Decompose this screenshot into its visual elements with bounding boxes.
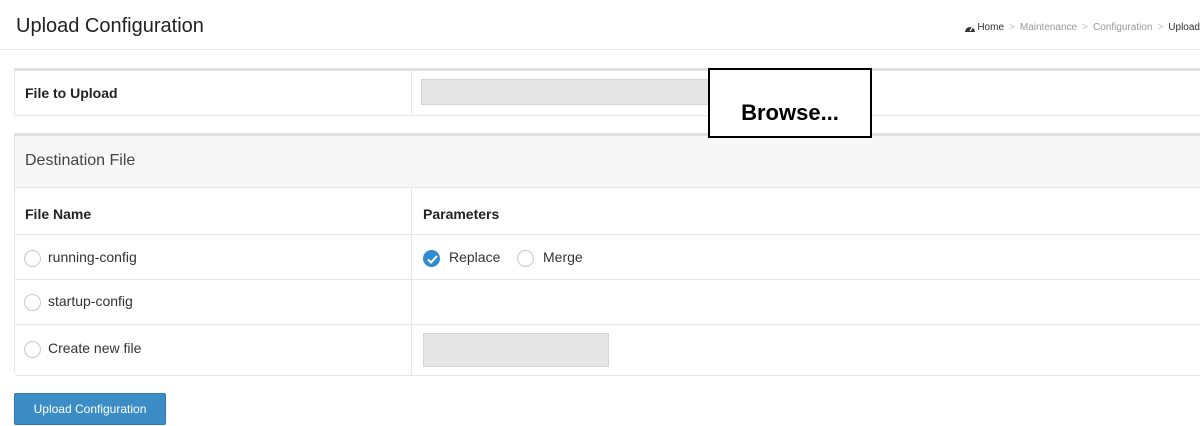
new-file-name-input[interactable] — [423, 333, 609, 367]
page-header: Upload Configuration Home > Maintenance … — [0, 0, 1200, 50]
file-name-cell: startup-config — [15, 280, 412, 324]
running-config-label[interactable]: running-config — [48, 249, 137, 265]
destination-file-panel: Destination File File Name Parameters ru… — [14, 133, 1200, 376]
breadcrumb-separator: > — [1009, 22, 1015, 33]
replace-label[interactable]: Replace — [449, 249, 500, 265]
breadcrumb-home-link[interactable]: Home — [977, 22, 1004, 33]
checkmark-icon — [427, 255, 438, 264]
upload-label-cell: File to Upload — [15, 71, 412, 115]
startup-config-radio[interactable] — [24, 294, 41, 311]
table-row: Create new file — [15, 325, 1200, 376]
merge-radio[interactable] — [517, 250, 534, 267]
destination-title: Destination File — [25, 152, 136, 169]
table-row: running-config Replace Merge — [15, 235, 1200, 280]
breadcrumb-separator: > — [1082, 22, 1088, 33]
parameters-column-header: Parameters — [423, 206, 500, 222]
breadcrumb-maintenance-link[interactable]: Maintenance — [1020, 22, 1077, 33]
file-name-header-cell: File Name — [15, 188, 412, 234]
dashboard-icon — [965, 26, 976, 32]
breadcrumb-current: Upload — [1168, 22, 1200, 33]
browse-button[interactable]: Browse... — [708, 68, 872, 138]
file-name-cell: Create new file — [15, 325, 412, 375]
upload-configuration-button[interactable]: Upload Configuration — [14, 393, 166, 425]
file-name-column-header: File Name — [25, 206, 92, 222]
merge-label[interactable]: Merge — [543, 249, 583, 265]
table-header-row: File Name Parameters — [15, 188, 1200, 235]
create-new-file-radio[interactable] — [24, 341, 41, 358]
table-row: startup-config — [15, 280, 1200, 325]
destination-title-bar: Destination File — [15, 136, 1200, 188]
create-new-file-label[interactable]: Create new file — [48, 340, 141, 356]
page-title: Upload Configuration — [16, 15, 204, 37]
replace-radio[interactable] — [423, 250, 440, 267]
file-to-upload-label: File to Upload — [25, 85, 118, 101]
upload-file-panel: File to Upload — [14, 68, 1200, 116]
breadcrumb: Home > Maintenance > Configuration > Upl… — [964, 22, 1200, 33]
file-name-cell: running-config — [15, 235, 412, 279]
file-path-field[interactable] — [421, 79, 721, 105]
breadcrumb-separator: > — [1157, 22, 1164, 33]
running-config-radio[interactable] — [24, 250, 41, 267]
startup-config-label[interactable]: startup-config — [48, 293, 133, 309]
breadcrumb-configuration-link[interactable]: Configuration — [1093, 22, 1152, 33]
